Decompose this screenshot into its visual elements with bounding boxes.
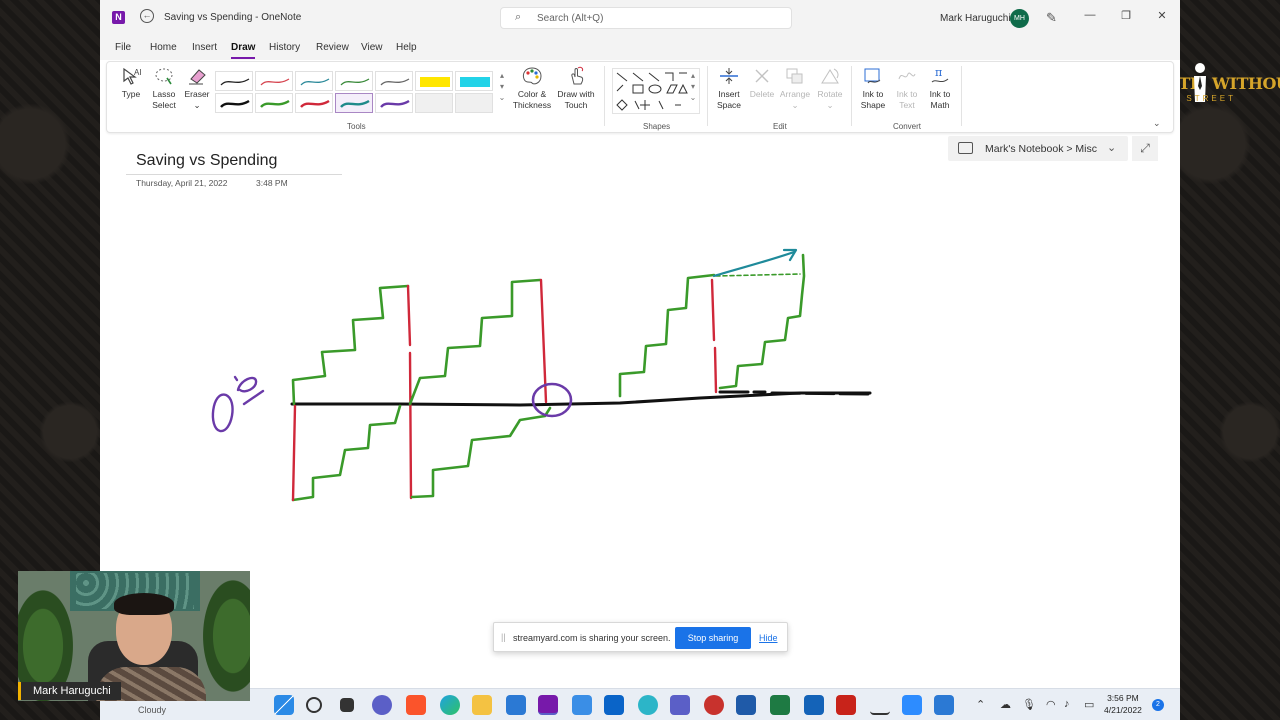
ink-red-left-1 (291, 404, 297, 502)
share-message: streamyard.com is sharing your screen. (513, 633, 671, 643)
presenter-name-tag: Mark Haruguchi (18, 682, 121, 700)
taskbar: Cloudy ⌃ ☁ 🎙 ◠ ♪ ▭ 3:56 PM 4/21/2022 2 (100, 688, 1180, 720)
ink-stairs-up-1 (291, 284, 410, 406)
outlook-icon[interactable] (804, 695, 824, 715)
onenote-window: N ← Saving vs Spending - OneNote ⌕ Searc… (100, 0, 1180, 688)
edge-icon[interactable] (440, 695, 460, 715)
chat-icon[interactable] (372, 695, 392, 715)
microphone-icon[interactable]: 🎙 (1022, 698, 1036, 711)
ink-mark-2 (242, 389, 265, 406)
notification-badge[interactable]: 2 (1152, 699, 1164, 711)
ink-mark-1 (236, 376, 258, 393)
acrobat-icon[interactable] (836, 695, 856, 715)
ink-stairs-down-1 (291, 404, 402, 502)
ink-mark-3 (233, 375, 239, 382)
screen-share-bar: || streamyard.com is sharing your screen… (493, 622, 788, 652)
stocks-icon[interactable] (870, 695, 890, 715)
ink-stairs-up-2 (408, 278, 542, 406)
file-explorer-icon[interactable] (472, 695, 492, 715)
excel-icon[interactable] (770, 695, 790, 715)
brave-icon[interactable] (406, 695, 426, 715)
clock-date: 4/21/2022 (1104, 705, 1142, 715)
store-icon[interactable] (506, 695, 526, 715)
battery-icon[interactable]: ▭ (1084, 698, 1094, 711)
edge-dev-icon[interactable] (638, 695, 658, 715)
app-icon[interactable] (704, 695, 724, 715)
zoom-icon[interactable] (902, 695, 922, 715)
search-icon[interactable] (306, 697, 322, 713)
ink-stairs-down-2 (410, 406, 552, 499)
teams-icon[interactable] (670, 695, 690, 715)
wifi-icon[interactable]: ◠ (1046, 698, 1056, 711)
hide-link[interactable]: Hide (759, 633, 778, 643)
cloud-icon[interactable]: ☁ (1000, 698, 1011, 711)
stop-sharing-button[interactable]: Stop sharing (675, 627, 751, 649)
volume-icon[interactable]: ♪ (1064, 698, 1070, 710)
plant-right (198, 571, 250, 701)
word-icon[interactable] (736, 695, 756, 715)
ink-drawing-canvas[interactable] (100, 0, 1180, 688)
ink-dashed-level (715, 273, 801, 277)
photos-icon[interactable] (934, 695, 954, 715)
ink-baseline-extension (718, 390, 872, 396)
ink-circle (531, 382, 573, 418)
task-view-icon[interactable] (340, 698, 354, 712)
clock-time: 3:56 PM (1107, 693, 1139, 703)
brand-word-2: WITHOUT (1212, 74, 1280, 93)
weather-label[interactable]: Cloudy (138, 705, 166, 715)
mail-icon[interactable] (604, 695, 624, 715)
todo-icon[interactable] (572, 695, 592, 715)
start-icon[interactable] (274, 695, 294, 715)
clock[interactable]: 3:56 PM 4/21/2022 (1104, 692, 1142, 716)
chevron-up-icon[interactable]: ⌃ (976, 698, 985, 711)
drag-handle-icon[interactable]: || (501, 632, 506, 642)
ink-stairs-up-3 (618, 273, 716, 398)
ink-red-drop-1 (406, 284, 413, 500)
ink-baseline (290, 391, 872, 407)
onenote-taskbar-icon[interactable] (538, 695, 558, 715)
ink-teal-arrow (712, 250, 796, 278)
ink-red-drop-3 (710, 278, 718, 394)
presenter-hair (114, 593, 174, 615)
ink-zero (211, 393, 234, 433)
